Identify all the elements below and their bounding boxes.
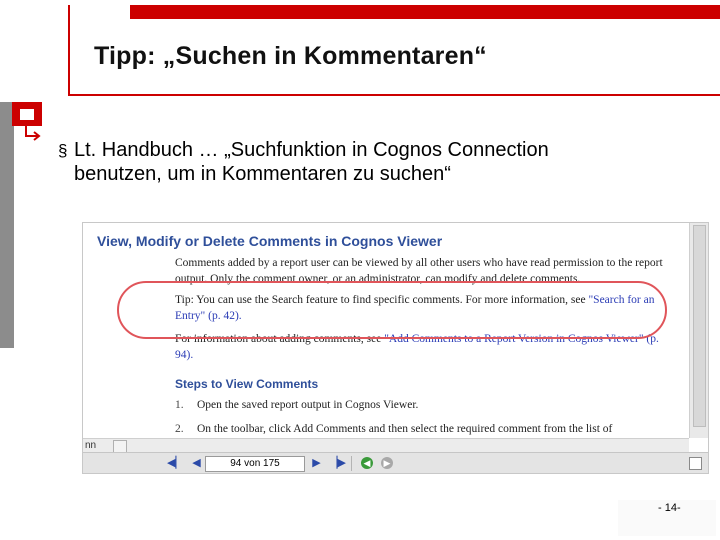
bullet-item: § Lt. Handbuch … „Suchfunktion in Cognos… — [58, 138, 618, 186]
arrow-icon — [25, 126, 41, 141]
left-side-bar — [0, 102, 14, 348]
last-page-icon[interactable]: ▕▶ — [329, 456, 346, 470]
page-number-field[interactable] — [205, 456, 305, 472]
step-item: 1. Open the saved report output in Cognos… — [175, 399, 418, 411]
toolbar-separator — [351, 456, 352, 471]
scrollbar-thumb[interactable] — [693, 225, 706, 427]
title-frame-bottom-line — [68, 94, 720, 96]
step-number: 2. — [175, 423, 184, 435]
slide-title: Tipp: „Suchen in Kommentaren“ — [94, 42, 487, 70]
back-icon[interactable]: ◀ — [361, 457, 373, 469]
first-page-icon[interactable]: ◀▏ — [167, 456, 184, 470]
scrollbar-label: nn — [85, 440, 97, 451]
doc-heading: View, Modify or Delete Comments in Cogno… — [97, 233, 443, 249]
forward-icon[interactable]: ▶ — [381, 457, 393, 469]
step-text: On the toolbar, click Add Comments and t… — [197, 423, 613, 435]
title-frame-left-line — [68, 5, 70, 95]
bullet-marker: § — [58, 141, 68, 160]
step-item: 2. On the toolbar, click Add Comments and… — [175, 423, 612, 435]
document-page: View, Modify or Delete Comments in Cogno… — [83, 223, 689, 438]
pdf-viewer: View, Modify or Delete Comments in Cogno… — [82, 222, 709, 474]
step-number: 1. — [175, 399, 184, 411]
tip-highlight-ellipse — [117, 281, 667, 339]
previous-page-icon[interactable]: ◀ — [189, 456, 204, 470]
doc-subheading: Steps to View Comments — [175, 377, 319, 391]
bullet-text: Lt. Handbuch … „Suchfunktion in Cognos C… — [74, 139, 549, 185]
slide-page-number: - 14- — [658, 502, 681, 514]
view-toggle-box[interactable] — [689, 457, 702, 470]
next-page-icon[interactable]: ▶ — [309, 456, 324, 470]
navigation-toolbar: ◀▏ ◀ ▶ ▕▶ ◀ ▶ — [83, 452, 708, 473]
step-text: Open the saved report output in Cognos V… — [197, 399, 419, 411]
logo-square-icon — [12, 102, 42, 126]
horizontal-scrollbar[interactable]: nn — [83, 438, 689, 453]
top-accent-bar — [130, 5, 720, 19]
vertical-scrollbar[interactable] — [689, 223, 708, 438]
